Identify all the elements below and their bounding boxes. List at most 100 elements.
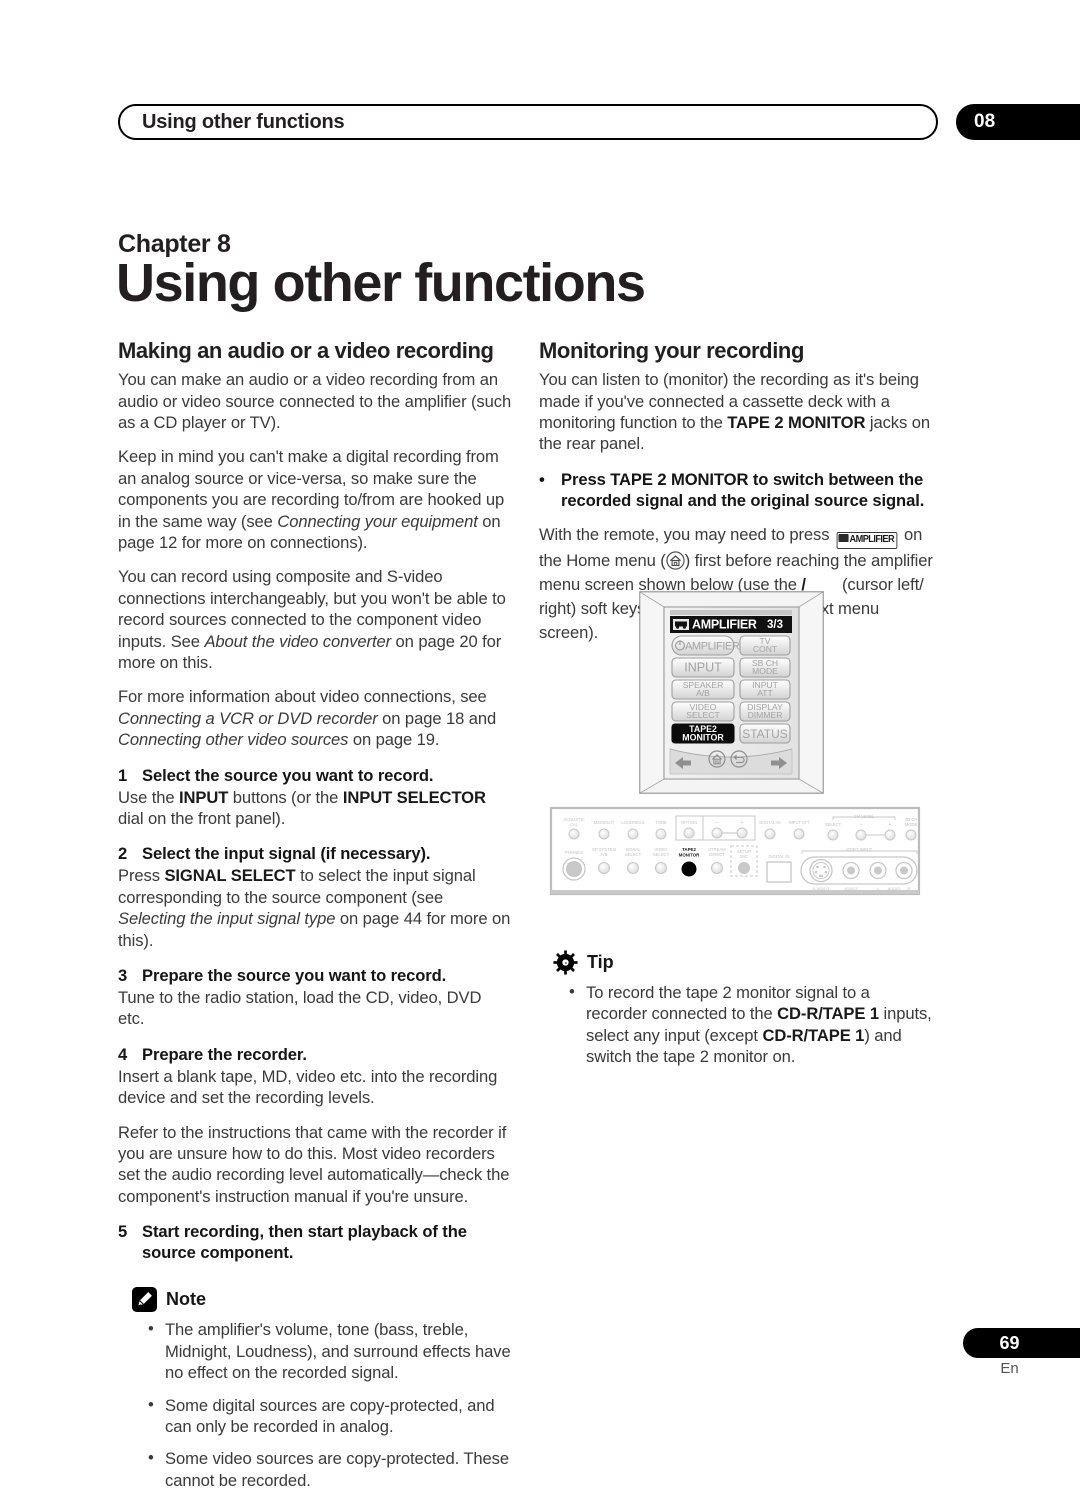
front-panel-svg: ACOUSTIC CAL MIDNIGHT LOUDNESS TONE OPTI…	[549, 806, 921, 896]
svg-text:VIDEO: VIDEO	[845, 886, 857, 891]
svg-text:MODE: MODE	[905, 822, 918, 827]
chapter-number-tab: 08	[956, 104, 1080, 140]
paragraph-intro-3: You can record using composite and S-vid…	[118, 567, 506, 672]
cassette-icon	[838, 533, 849, 542]
svg-text:STATUS: STATUS	[742, 727, 788, 741]
knob-ch-level-minus[interactable]	[855, 829, 867, 841]
svg-text:MODE: MODE	[752, 666, 778, 676]
paragraph-monitoring-intro: You can listen to (monitor) the recordin…	[539, 370, 930, 454]
knob-acoustic-cal[interactable]	[568, 828, 580, 840]
pencil-note-icon	[132, 1287, 157, 1313]
step-1-heading: 1 Select the source you want to record.	[118, 765, 512, 786]
step-3-number: 3	[118, 966, 128, 986]
svg-text:LOUDNESS: LOUDNESS	[621, 820, 644, 825]
svg-text:–: –	[716, 820, 719, 826]
note-item: Some video sources are copy-protected. T…	[148, 1447, 512, 1491]
svg-text:CAL: CAL	[570, 822, 579, 827]
svg-text:MIDNIGHT: MIDNIGHT	[594, 820, 615, 825]
knob-midnight[interactable]	[598, 828, 610, 840]
knob-loudness[interactable]	[627, 828, 639, 840]
svg-text:AMPLIFIER: AMPLIFIER	[685, 641, 740, 653]
page-number-tab: 69	[963, 1328, 1080, 1358]
button-sp-system-ab[interactable]	[597, 861, 611, 875]
note-callout-header: Note	[118, 1287, 512, 1313]
tip-callout: Tip To record the tape 2 monitor signal …	[539, 950, 933, 1079]
tip-item: To record the tape 2 monitor signal to a…	[569, 981, 933, 1068]
paragraph-intro-4: For more information about video connect…	[118, 687, 497, 750]
paragraph-intro-1: You can make an audio or a video recordi…	[118, 370, 512, 433]
tip-callout-list: To record the tape 2 monitor signal to a…	[539, 981, 933, 1068]
svg-text:SELECT: SELECT	[686, 710, 720, 720]
step-3-title: Prepare the source you want to record.	[142, 966, 447, 986]
step-2-body: Press SIGNAL SELECT to select the input …	[118, 866, 511, 950]
step-3-body: Tune to the radio station, load the CD, …	[118, 988, 482, 1029]
note-callout-label: Note	[166, 1289, 206, 1310]
knob-digital-in[interactable]	[764, 828, 776, 840]
button-video-select[interactable]	[654, 861, 668, 875]
knob-ch-level-select[interactable]	[827, 829, 839, 841]
knob-plus[interactable]	[736, 827, 748, 839]
step-5-heading: 5 Start recording, then start playback o…	[118, 1221, 512, 1263]
svg-text:+: +	[741, 820, 744, 826]
svg-text:MIC: MIC	[740, 854, 748, 859]
svg-text:ATT: ATT	[757, 688, 773, 698]
tip-callout-label: Tip	[587, 952, 614, 972]
svg-text:DIGITAL IN: DIGITAL IN	[768, 854, 789, 859]
inline-amplifier-button-glyph: AMPLIFIER	[836, 531, 897, 549]
svg-text:INPUT ATT: INPUT ATT	[788, 820, 809, 825]
svg-text:R: R	[908, 886, 911, 891]
svg-text:OPTION: OPTION	[681, 820, 697, 825]
home-icon	[666, 551, 685, 570]
knob-option[interactable]	[683, 827, 695, 839]
step-4-body: Insert a blank tape, MD, video etc. into…	[118, 1066, 498, 1108]
button-stream-direct[interactable]	[710, 861, 724, 875]
tip-callout-header: Tip	[539, 950, 933, 975]
remote-control-svg: AMPLIFIER 3/3 AMPLIFIER TV CONT INPUT SB…	[639, 591, 824, 794]
svg-text:MONITOR: MONITOR	[679, 853, 700, 858]
step-4-extra: Refer to the instructions that came with…	[118, 1122, 510, 1206]
svg-text:A/B: A/B	[601, 852, 608, 857]
step-4-heading: 4 Prepare the recorder.	[118, 1044, 512, 1065]
svg-text:PHONES: PHONES	[565, 850, 583, 855]
button-tape2-monitor-highlighted[interactable]	[681, 861, 697, 877]
note-callout-list: The amplifier's volume, tone (bass, treb…	[118, 1318, 512, 1491]
svg-text:INPUT: INPUT	[684, 661, 722, 675]
section-heading-making-recording: Making an audio or a video recording	[118, 338, 494, 363]
paragraph-intro-2: Keep in mind you can't make a digital re…	[118, 447, 505, 553]
svg-text:DIMMER: DIMMER	[748, 710, 783, 720]
bullet-press-tape2-monitor: • Press TAPE 2 MONITOR to switch between…	[539, 469, 933, 512]
remote-control-diagram: AMPLIFIER 3/3 AMPLIFIER TV CONT INPUT SB…	[639, 591, 824, 794]
remote-screen-title: AMPLIFIER	[692, 617, 757, 631]
svg-text:TAPE2: TAPE2	[682, 847, 696, 852]
svg-text:CONT: CONT	[753, 644, 778, 654]
knob-sb-ch-mode[interactable]	[905, 829, 917, 841]
step-4-number: 4	[118, 1044, 128, 1064]
jack-setup-mic[interactable]	[737, 861, 751, 875]
svg-text:+: +	[889, 822, 892, 828]
svg-text:–: –	[860, 822, 863, 828]
left-column: Making an audio or a video recording You…	[118, 338, 512, 1502]
step-2-heading: 2 Select the input signal (if necessary)…	[118, 843, 512, 864]
svg-text:SELECT: SELECT	[825, 822, 842, 827]
step-5-number: 5	[118, 1222, 128, 1242]
bullet-text: Press TAPE 2 MONITOR to switch between t…	[561, 469, 925, 511]
knob-input-att[interactable]	[793, 828, 805, 840]
svg-text:S-VIDEO: S-VIDEO	[813, 886, 829, 891]
step-3-heading: 3 Prepare the source you want to record.	[118, 965, 512, 986]
jack-digital-in[interactable]	[766, 861, 792, 883]
step-2-title: Select the input signal (if necessary).	[142, 844, 431, 864]
svg-text:AUDIO: AUDIO	[888, 886, 901, 891]
step-1-number: 1	[118, 765, 128, 785]
step-1-body: Use the INPUT buttons (or the INPUT SELE…	[118, 787, 486, 828]
svg-text:SELECT: SELECT	[653, 852, 670, 857]
knob-ch-level-plus[interactable]	[884, 829, 896, 841]
knob-minus[interactable]	[711, 827, 723, 839]
svg-text:MONITOR: MONITOR	[682, 733, 724, 743]
button-signal-select[interactable]	[626, 861, 640, 875]
note-item: Some digital sources are copy-protected,…	[148, 1394, 512, 1438]
svg-text:SELECT: SELECT	[625, 852, 642, 857]
svg-text:A/B: A/B	[696, 688, 710, 698]
svg-text:TONE: TONE	[655, 820, 667, 825]
knob-tone[interactable]	[655, 828, 667, 840]
note-callout: Note The amplifier's volume, tone (bass,…	[118, 1287, 512, 1491]
